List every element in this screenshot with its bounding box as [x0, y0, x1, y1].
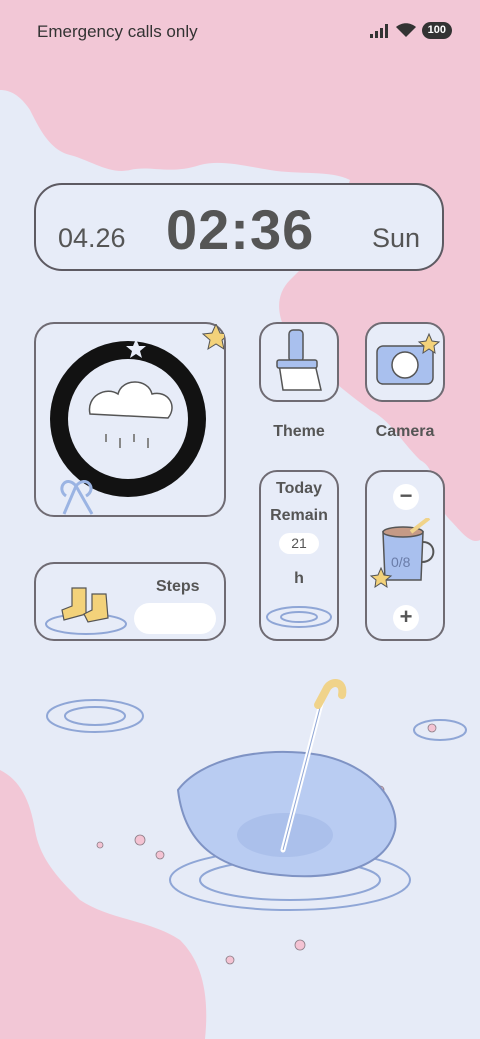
status-bar: Emergency calls only 100: [0, 0, 480, 64]
carrier-status: Emergency calls only: [37, 22, 198, 41]
clock-widget[interactable]: 04.26 02:36 Sun: [34, 183, 444, 271]
remain-hours-value: 21: [279, 533, 319, 554]
steps-value-field: [134, 603, 216, 634]
battery-icon: 100: [421, 22, 452, 39]
water-decrease-button[interactable]: −: [393, 484, 419, 510]
water-increase-button[interactable]: +: [393, 605, 419, 631]
clock-day: Sun: [371, 223, 420, 253]
clock-date: 04.26: [58, 223, 126, 253]
today-label: Today: [276, 480, 322, 497]
camera-icon: [376, 332, 441, 385]
remain-label: Remain: [270, 507, 328, 524]
signal-icon: [369, 23, 388, 38]
wifi-icon: [395, 23, 416, 37]
weather-widget[interactable]: [34, 322, 231, 517]
water-count: 0/8: [391, 554, 411, 570]
ripple-icon: [266, 606, 332, 628]
remain-unit: h: [294, 570, 304, 587]
steps-widget[interactable]: Steps: [34, 562, 226, 641]
status-icons: 100: [369, 22, 452, 39]
weather-cloud-icon: [50, 322, 231, 515]
theme-app[interactable]: [259, 322, 339, 402]
boots-icon: [45, 587, 127, 635]
blossom-tree-bottom: [0, 770, 207, 1039]
camera-app-label: Camera: [375, 423, 435, 440]
steps-label: Steps: [156, 578, 200, 595]
theme-app-label: Theme: [273, 423, 325, 440]
theme-brush-icon: [276, 329, 322, 391]
umbrella-handle: [314, 679, 347, 709]
water-tracker-widget[interactable]: − 0/8 +: [365, 470, 445, 641]
today-remain-widget[interactable]: Today Remain 21 h: [259, 470, 339, 641]
mug-icon: [369, 518, 435, 588]
clock-time: 02:36: [166, 198, 315, 261]
camera-app[interactable]: [365, 322, 445, 402]
